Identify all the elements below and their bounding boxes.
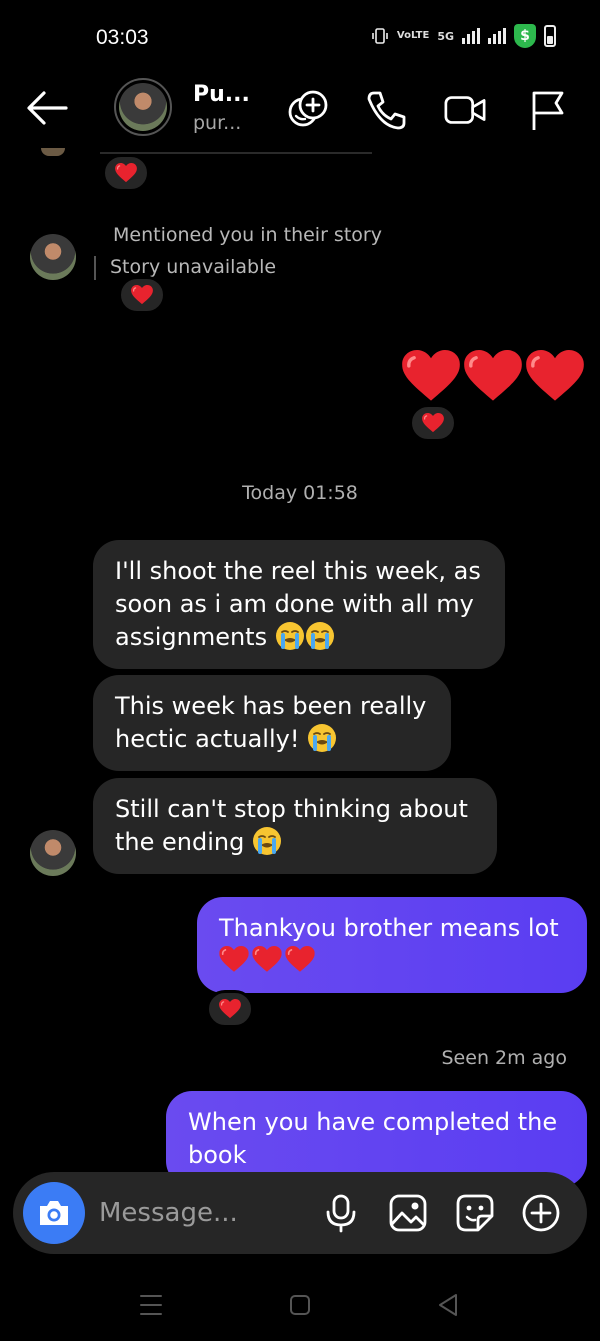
heart-icon — [219, 999, 241, 1019]
shield-icon: $ — [514, 24, 536, 48]
crying-emoji — [252, 826, 282, 856]
status-bar: 03:03 VoLTE 5G $ — [0, 0, 600, 72]
contact-avatar[interactable] — [114, 78, 172, 136]
network-label: 5G — [437, 29, 454, 43]
avatar-edge — [41, 148, 65, 156]
heart-emoji — [526, 350, 584, 403]
heart-emoji — [285, 946, 315, 973]
vibrate-icon — [372, 28, 388, 44]
plus-circle-icon[interactable] — [520, 1192, 562, 1234]
microphone-icon[interactable] — [320, 1192, 362, 1234]
back-arrow-icon[interactable] — [24, 88, 70, 128]
status-icons: VoLTE 5G $ — [371, 24, 556, 48]
reaction-badge[interactable] — [102, 154, 150, 192]
previous-message-edge — [100, 152, 372, 154]
sender-avatar[interactable] — [30, 234, 76, 280]
back-nav-icon[interactable] — [434, 1290, 464, 1320]
heart-icon — [115, 163, 137, 183]
signal-icon — [462, 28, 480, 44]
message-input[interactable] — [99, 1194, 319, 1232]
outgoing-message[interactable]: Thankyou brother means lot — [197, 897, 587, 993]
heart-emoji — [219, 946, 249, 973]
system-nav-bar — [0, 1268, 600, 1341]
contact-username[interactable]: pur... — [193, 112, 241, 134]
phone-icon[interactable] — [364, 88, 408, 132]
heart-icon — [131, 285, 153, 305]
sent-hearts-message[interactable]: ❤️❤️❤️ — [400, 350, 588, 406]
incoming-message[interactable]: I'll shoot the reel this week, as soon a… — [93, 540, 505, 669]
sender-avatar[interactable] — [30, 830, 76, 876]
sticker-icon[interactable] — [454, 1192, 496, 1234]
add-effect-icon[interactable] — [286, 88, 330, 132]
crying-emoji — [305, 621, 335, 651]
heart-emoji — [464, 350, 522, 403]
heart-emoji — [252, 946, 282, 973]
chat-timestamp: Today 01:58 — [242, 482, 358, 504]
signal-icon-2 — [488, 28, 506, 44]
status-time: 03:03 — [96, 26, 149, 49]
heart-emoji — [402, 350, 460, 403]
reaction-badge[interactable] — [409, 404, 457, 442]
incoming-message[interactable]: Still can't stop thinking about the endi… — [93, 778, 497, 874]
incoming-message[interactable]: This week has been really hectic actuall… — [93, 675, 451, 771]
reaction-badge[interactable] — [118, 276, 166, 314]
chat-header: Pu... pur... — [0, 72, 600, 150]
message-composer — [13, 1172, 587, 1254]
crying-emoji — [307, 723, 337, 753]
story-mention-text: Mentioned you in their story — [113, 224, 382, 246]
crying-emoji — [275, 621, 305, 651]
seen-status: Seen 2m ago — [441, 1047, 568, 1069]
story-quote-bar — [94, 256, 96, 280]
home-icon[interactable] — [285, 1290, 315, 1320]
camera-icon — [40, 1201, 68, 1225]
contact-name[interactable]: Pu... — [193, 82, 250, 107]
heart-icon — [422, 413, 444, 433]
recent-apps-icon[interactable] — [136, 1290, 166, 1320]
battery-icon — [544, 25, 556, 47]
gallery-icon[interactable] — [387, 1192, 429, 1234]
volte-label: VoLTE — [396, 30, 430, 41]
reaction-badge[interactable] — [206, 990, 254, 1028]
flag-icon[interactable] — [526, 88, 570, 132]
story-unavailable-text[interactable]: Story unavailable — [110, 256, 276, 278]
camera-button[interactable] — [23, 1182, 85, 1244]
video-camera-icon[interactable] — [443, 88, 487, 132]
